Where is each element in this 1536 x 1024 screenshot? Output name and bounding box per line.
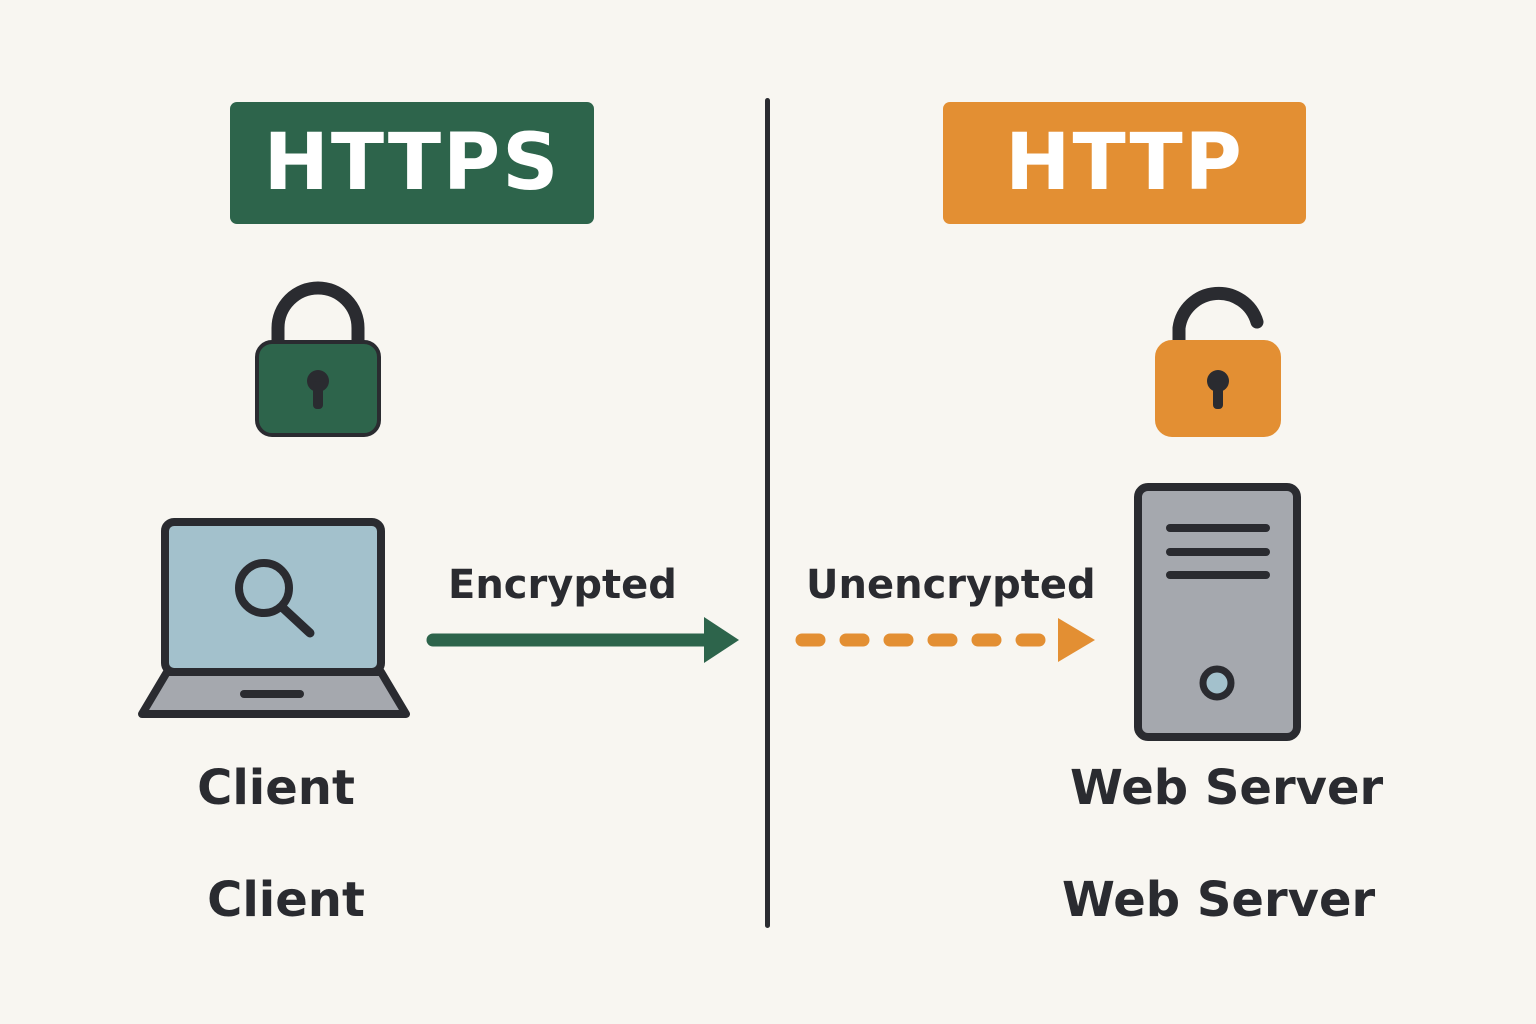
client-label-secondary: Client: [207, 872, 365, 928]
client-label: Client: [197, 760, 355, 816]
https-badge-label: HTTPS: [263, 118, 561, 208]
divider-line: [765, 98, 770, 928]
web-server-label-secondary: Web Server: [1062, 872, 1376, 928]
laptop-icon: [138, 518, 410, 718]
http-badge-label: HTTP: [1005, 118, 1244, 208]
unencrypted-arrow: [795, 618, 1095, 662]
web-server-label: Web Server: [1070, 760, 1384, 816]
closed-lock-icon: [255, 281, 381, 437]
https-badge: HTTPS: [230, 102, 594, 224]
unencrypted-label: Unencrypted: [806, 562, 1096, 608]
server-icon: [1134, 483, 1301, 741]
http-badge: HTTP: [943, 102, 1306, 224]
open-lock-icon: [1155, 286, 1281, 437]
encrypted-label: Encrypted: [448, 562, 677, 608]
encrypted-arrow: [426, 617, 739, 663]
